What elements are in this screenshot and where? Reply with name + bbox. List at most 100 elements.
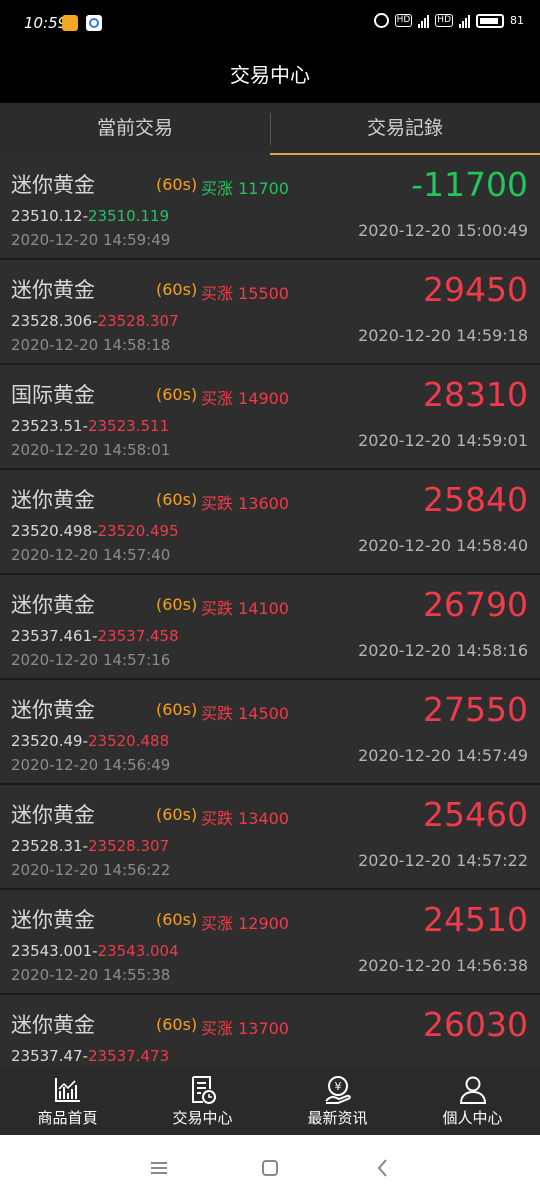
trade-record-row[interactable]: 迷你黄金 (60s) 买跌 14100 23537.461-23537.458 …: [0, 575, 540, 678]
product-name: 迷你黄金: [11, 278, 95, 302]
tab-trade-records[interactable]: 交易記錄: [270, 103, 540, 155]
product-name: 迷你黄金: [11, 803, 95, 827]
profit-loss-amount: 29450: [423, 270, 528, 309]
open-price: 23537.47-: [11, 1047, 88, 1065]
close-price: 23520.488: [88, 732, 170, 750]
status-time: 10:59: [24, 14, 68, 32]
price-range: 23543.001-23543.004: [11, 942, 179, 960]
product-name: 迷你黄金: [11, 488, 95, 512]
close-time: 2020-12-20 15:00:49: [358, 221, 528, 240]
profit-loss-amount: 24510: [423, 900, 528, 939]
profit-loss-amount: 26790: [423, 585, 528, 624]
page-title: 交易中心: [0, 48, 540, 103]
open-time: 2020-12-20 14:56:22: [11, 861, 171, 879]
close-price: 23528.307: [88, 837, 170, 855]
open-time: 2020-12-20 14:59:49: [11, 231, 171, 249]
nav-trade-center-label: 交易中心: [172, 1109, 233, 1127]
profit-loss-amount: 25840: [423, 480, 528, 519]
hd-icon: HD: [394, 14, 413, 27]
close-price: 23537.458: [97, 627, 179, 645]
close-time: 2020-12-20 14:57:22: [358, 851, 528, 870]
trade-period: (60s): [156, 595, 198, 614]
tab-current-trades[interactable]: 當前交易: [0, 103, 270, 155]
price-range: 23523.51-23523.511: [11, 417, 169, 435]
signal-icon: [459, 14, 470, 28]
open-time: 2020-12-20 14:58:01: [11, 441, 171, 459]
bottom-navigation: 商品首頁 交易中心 ¥ 最新资讯 個人中心: [0, 1067, 540, 1135]
trade-period: (60s): [156, 280, 198, 299]
trade-record-row[interactable]: 迷你黄金 (60s) 买跌 14500 23520.49-23520.488 2…: [0, 680, 540, 783]
trade-direction-amount: 买涨 14900: [201, 389, 289, 408]
battery-icon: [476, 13, 504, 28]
trade-record-row[interactable]: 迷你黄金 (60s) 买跌 13400 23528.31-23528.307 2…: [0, 785, 540, 888]
price-range: 23510.12-23510.119: [11, 207, 169, 225]
open-time: 2020-12-20 14:58:18: [11, 336, 171, 354]
trade-record-row[interactable]: 迷你黄金 (60s) 买涨 12900 23543.001-23543.004 …: [0, 890, 540, 993]
trade-record-list[interactable]: 迷你黄金 (60s) 买涨 11700 23510.12-23510.119 2…: [0, 155, 540, 1067]
battery-level: 81: [510, 14, 524, 27]
trade-direction-amount: 买涨 12900: [201, 914, 289, 933]
back-icon[interactable]: [372, 1157, 394, 1179]
nav-profile[interactable]: 個人中心: [405, 1067, 540, 1135]
price-range: 23528.306-23528.307: [11, 312, 179, 330]
signal-icon: [418, 14, 430, 28]
close-time: 2020-12-20 14:58:40: [358, 536, 528, 555]
profit-loss-amount: 27550: [423, 690, 528, 729]
system-navigation-bar: [0, 1135, 540, 1200]
trade-direction-amount: 买跌 14500: [201, 704, 289, 723]
profit-loss-amount: 26030: [423, 1005, 528, 1044]
close-price: 23543.004: [97, 942, 179, 960]
nav-home-label: 商品首頁: [37, 1109, 98, 1127]
trade-period: (60s): [156, 490, 198, 509]
product-name: 迷你黄金: [11, 698, 95, 722]
profit-loss-amount: 25460: [423, 795, 528, 834]
open-price: 23510.12-: [11, 207, 88, 225]
trade-period: (60s): [156, 700, 198, 719]
product-name: 迷你黄金: [11, 908, 95, 932]
open-time: 2020-12-20 14:56:49: [11, 756, 171, 774]
open-time: 2020-12-20 14:57:16: [11, 651, 171, 669]
nav-profile-label: 個人中心: [442, 1109, 503, 1127]
trade-direction-amount: 买涨 13700: [201, 1019, 289, 1038]
alarm-icon: [373, 13, 389, 28]
open-price: 23523.51-: [11, 417, 88, 435]
product-name: 迷你黄金: [11, 173, 95, 197]
close-price: 23510.119: [88, 207, 170, 225]
price-range: 23528.31-23528.307: [11, 837, 169, 855]
nav-news-label: 最新资讯: [307, 1109, 368, 1127]
chart-icon: [54, 1078, 80, 1102]
trade-period: (60s): [156, 910, 198, 929]
trade-period: (60s): [156, 1015, 198, 1034]
trade-record-row[interactable]: 迷你黄金 (60s) 买跌 13600 23520.498-23520.495 …: [0, 470, 540, 573]
trade-record-row[interactable]: 国际黄金 (60s) 买涨 14900 23523.51-23523.511 2…: [0, 365, 540, 468]
trade-record-row[interactable]: 迷你黄金 (60s) 买涨 15500 23528.306-23528.307 …: [0, 260, 540, 363]
open-price: 23543.001-: [11, 942, 98, 960]
product-name: 国际黄金: [11, 383, 95, 407]
open-price: 23528.306-: [11, 312, 98, 330]
open-price: 23537.461-: [11, 627, 98, 645]
status-bar: 10:59 HD HD 81: [0, 0, 540, 48]
menu-icon[interactable]: [148, 1157, 170, 1179]
trade-record-row[interactable]: 迷你黄金 (60s) 买涨 13700 23537.47-23537.473 2…: [0, 995, 540, 1067]
status-indicators: HD HD 81: [373, 13, 524, 28]
trade-direction-amount: 买跌 13400: [201, 809, 289, 828]
nav-trade-center[interactable]: 交易中心: [135, 1067, 270, 1135]
close-time: 2020-12-20 14:57:49: [358, 746, 528, 765]
open-price: 23520.498-: [11, 522, 98, 540]
profit-loss-amount: -11700: [411, 165, 528, 204]
trade-period: (60s): [156, 385, 198, 404]
open-price: 23528.31-: [11, 837, 88, 855]
home-icon[interactable]: [259, 1157, 281, 1179]
trade-record-row[interactable]: 迷你黄金 (60s) 买涨 11700 23510.12-23510.119 2…: [0, 155, 540, 258]
nav-news[interactable]: ¥ 最新资讯: [270, 1067, 405, 1135]
close-time: 2020-12-20 14:58:16: [358, 641, 528, 660]
trade-direction-amount: 买涨 11700: [201, 179, 289, 198]
open-time: 2020-12-20 14:57:40: [11, 546, 171, 564]
hd-icon: HD: [435, 14, 453, 27]
close-price: 23520.495: [97, 522, 179, 540]
trade-period: (60s): [156, 175, 198, 194]
trade-direction-amount: 买涨 15500: [201, 284, 289, 303]
close-time: 2020-12-20 14:59:01: [358, 431, 528, 450]
nav-home[interactable]: 商品首頁: [0, 1067, 135, 1135]
close-time: 2020-12-20 14:56:38: [358, 956, 528, 975]
